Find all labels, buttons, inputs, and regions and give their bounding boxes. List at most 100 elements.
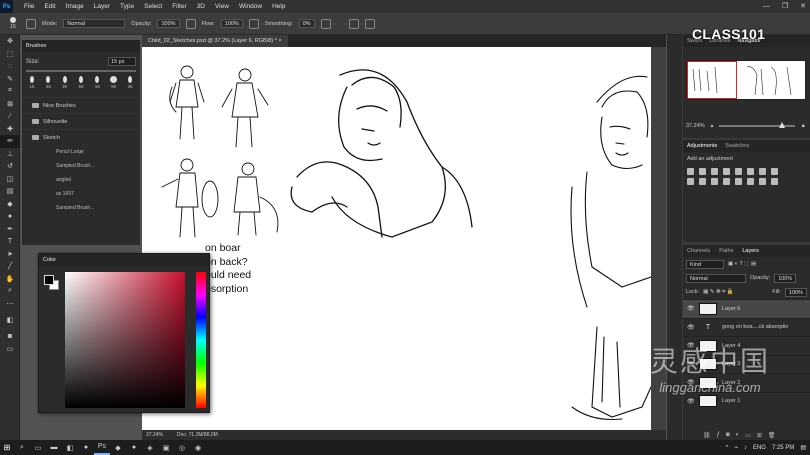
link-layers-icon[interactable]: ⛓ <box>703 432 711 439</box>
quick-mask-icon[interactable]: ◙ <box>0 330 20 343</box>
channel-mixer-icon[interactable] <box>699 178 706 185</box>
gradient-map-icon[interactable] <box>759 178 766 185</box>
brush-size-field[interactable]: 15 px <box>108 57 136 66</box>
more-tools-icon[interactable]: ⋯ <box>0 298 20 311</box>
selective-color-icon[interactable] <box>771 178 778 185</box>
screen-mode-icon[interactable]: ▭ <box>0 343 20 356</box>
document-tab[interactable]: Child_02_Sketches.psd @ 37.2% (Layer 6, … <box>142 35 288 47</box>
menu-help[interactable]: Help <box>267 3 290 10</box>
photo-filter-icon[interactable] <box>687 178 694 185</box>
pressure-size-icon[interactable] <box>364 18 375 29</box>
pressure-opacity-icon[interactable] <box>185 18 196 29</box>
spotify-icon[interactable]: ● <box>78 440 94 455</box>
brush-group-nice[interactable]: Nice Brushes <box>22 97 140 113</box>
zoom-out-icon[interactable]: ▴ <box>711 123 714 129</box>
menu-type[interactable]: Type <box>115 3 139 10</box>
dodge-tool-icon[interactable]: ● <box>0 210 20 223</box>
zoom-readout[interactable]: 37.24% <box>146 432 163 438</box>
search-icon[interactable]: ⌕ <box>14 440 30 455</box>
stamp-tool-icon[interactable]: ⊥ <box>0 148 20 161</box>
tab-adjustments[interactable]: Adjustments <box>687 143 717 149</box>
airbrush-icon[interactable] <box>248 18 259 29</box>
volume-icon[interactable]: ♪ <box>744 445 747 451</box>
color-field[interactable] <box>65 272 185 408</box>
color-lookup-icon[interactable] <box>711 178 718 185</box>
brush-item[interactable]: Pencil Large <box>22 145 140 159</box>
language-indicator[interactable]: ENG <box>753 445 766 451</box>
brush-item[interactable]: angled <box>22 173 140 187</box>
frame-tool-icon[interactable]: ⊠ <box>0 98 20 111</box>
posterize-icon[interactable] <box>735 178 742 185</box>
brushes-panel-title[interactable]: Brushes <box>22 40 140 52</box>
crop-tool-icon[interactable]: ⌗ <box>0 85 20 98</box>
layer-row[interactable]: 👁 Layer 3 <box>683 354 810 374</box>
filter-icons[interactable]: ▣ ◐ T ⬚ ▤ <box>728 261 756 267</box>
gradient-tool-icon[interactable]: ▤ <box>0 185 20 198</box>
tab-swatches-2[interactable]: Swatches <box>725 143 749 149</box>
color-panel-title[interactable]: Color <box>39 254 209 266</box>
canvas[interactable]: on boar on back? ould need bsorption <box>142 47 651 430</box>
color-swatches-icon[interactable]: ◧ <box>0 310 20 330</box>
color-balance-icon[interactable] <box>759 168 766 175</box>
eraser-tool-icon[interactable]: ◫ <box>0 173 20 186</box>
app-icon[interactable]: ▣ <box>158 440 174 455</box>
photoshop-taskbar-icon[interactable]: Ps <box>94 440 110 455</box>
tab-paths[interactable]: Paths <box>719 248 733 254</box>
new-adjustment-icon[interactable]: ◐ <box>736 432 740 438</box>
visibility-eye-icon[interactable]: 👁 <box>687 305 695 312</box>
brush-preset[interactable]: 90 <box>107 76 121 89</box>
hue-slider[interactable] <box>196 272 206 408</box>
brush-preset[interactable]: 15 <box>25 76 39 89</box>
explorer-icon[interactable]: ▬ <box>46 440 62 455</box>
app-icon[interactable]: ◉ <box>190 440 206 455</box>
add-mask-icon[interactable]: ◙ <box>726 432 730 438</box>
navigator-zoom-value[interactable]: 37.24% <box>686 123 705 129</box>
smoothing-options-icon[interactable] <box>320 18 331 29</box>
store-icon[interactable]: ◧ <box>62 440 78 455</box>
zoom-in-icon[interactable]: ▲ <box>801 123 806 129</box>
menu-image[interactable]: Image <box>61 3 89 10</box>
hue-saturation-icon[interactable] <box>747 168 754 175</box>
zoom-tool-icon[interactable]: ⌕ <box>0 285 20 298</box>
menu-3d[interactable]: 3D <box>192 3 210 10</box>
black-white-icon[interactable] <box>771 168 778 175</box>
brush-preset[interactable]: 18 <box>90 76 104 89</box>
menu-select[interactable]: Select <box>139 3 167 10</box>
notifications-icon[interactable]: ▤ <box>800 444 806 451</box>
close-icon[interactable]: ✕ <box>800 0 806 13</box>
menu-window[interactable]: Window <box>234 3 267 10</box>
marquee-tool-icon[interactable]: ⬚ <box>0 48 20 61</box>
delete-layer-icon[interactable]: 🗑 <box>768 432 776 439</box>
move-tool-icon[interactable]: ✥ <box>0 35 20 48</box>
layer-row[interactable]: 👁 Layer 2 <box>683 373 810 392</box>
clock[interactable]: 7:25 PM <box>772 445 794 451</box>
navigator-thumbnail[interactable] <box>686 60 806 100</box>
mode-select[interactable]: Normal <box>63 19 126 28</box>
flow-field[interactable]: 100% <box>220 19 243 28</box>
new-group-icon[interactable]: ▭ <box>745 432 751 439</box>
brush-group-sketch[interactable]: Sketch <box>22 129 140 145</box>
brush-size-slider[interactable] <box>26 70 136 72</box>
visibility-eye-icon[interactable]: 👁 <box>687 398 695 405</box>
tab-channels[interactable]: Channels <box>687 248 710 254</box>
tab-layers[interactable]: Layers <box>742 248 759 254</box>
app-icon[interactable]: ● <box>126 440 142 455</box>
quick-select-tool-icon[interactable]: ✎ <box>0 73 20 86</box>
brush-preset[interactable]: 25 <box>41 76 55 89</box>
blur-tool-icon[interactable]: ◆ <box>0 198 20 211</box>
path-select-icon[interactable]: ➤ <box>0 248 20 261</box>
menu-view[interactable]: View <box>210 3 234 10</box>
photoshop-logo[interactable]: Ps <box>0 0 13 13</box>
visibility-eye-icon[interactable]: 👁 <box>687 361 695 368</box>
invert-icon[interactable] <box>723 178 730 185</box>
type-tool-icon[interactable]: T <box>0 235 20 248</box>
line-tool-icon[interactable]: ╱ <box>0 260 20 273</box>
layer-kind-select[interactable]: Kind <box>686 259 724 269</box>
eyedropper-tool-icon[interactable]: ⁄ <box>0 110 20 123</box>
layer-row[interactable]: 👁 Layer 4 <box>683 336 810 355</box>
layer-opacity-field[interactable]: 100% <box>774 273 797 283</box>
brush-item[interactable]: as 1697 <box>22 187 140 201</box>
tray-chevron-icon[interactable]: ^ <box>726 445 729 451</box>
healing-tool-icon[interactable]: ✚ <box>0 123 20 136</box>
visibility-eye-icon[interactable]: 👁 <box>687 379 695 386</box>
